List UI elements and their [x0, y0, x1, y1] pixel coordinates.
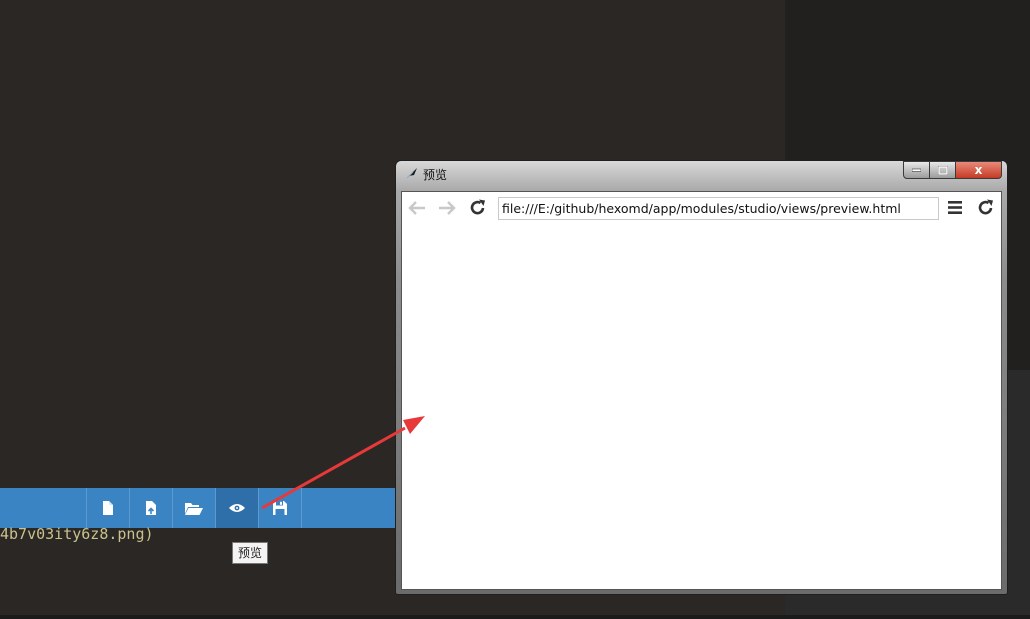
- annotation-arrow: [261, 416, 425, 510]
